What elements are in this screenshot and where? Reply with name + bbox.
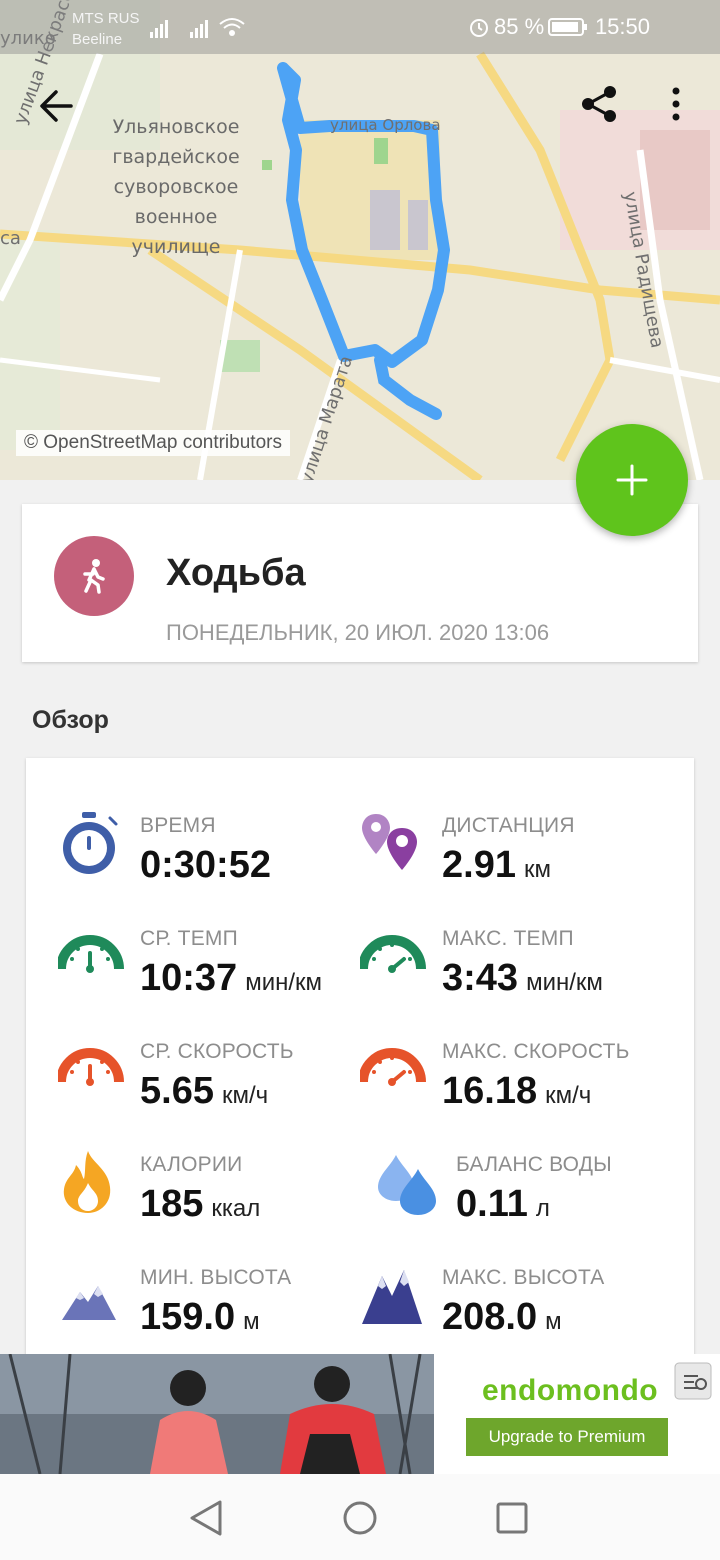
arrow-left-icon[interactable]	[38, 88, 74, 124]
flame-icon	[63, 1151, 111, 1213]
activity-avatar	[54, 536, 134, 616]
speed-gauge-icon	[58, 1048, 124, 1086]
add-button[interactable]	[576, 424, 688, 536]
stat-avg-speed: СР. СКОРОСТЬ 5.65 км/ч	[58, 1036, 378, 1146]
carrier-1: MTS RUS	[72, 10, 140, 27]
battery-percent: 85 %	[494, 14, 545, 39]
map-street-orlova: улица Орлова	[330, 116, 441, 134]
water-drops-icon	[378, 1155, 436, 1215]
map-label-left-edge: са	[0, 228, 21, 249]
system-nav-bar	[0, 1474, 720, 1560]
stat-max-speed-label: МАКС. СКОРОСТЬ	[442, 1040, 630, 1063]
stat-max-pace: МАКС. ТЕМП 3:43 мин/км	[360, 923, 680, 1033]
nav-home-icon[interactable]	[342, 1498, 378, 1538]
clock: 15:50	[594, 14, 650, 39]
stat-calories: КАЛОРИИ 185 ккал	[58, 1149, 378, 1259]
stat-max-pace-label: МАКС. ТЕМП	[442, 927, 574, 950]
activity-title: Ходьба	[166, 552, 306, 594]
runners-photo	[0, 1354, 434, 1474]
stat-min-altitude-value: 159.0 м	[140, 1296, 260, 1338]
stat-min-altitude-label: МИН. ВЫСОТА	[140, 1266, 292, 1289]
location-pins-icon	[362, 814, 417, 870]
stopwatch-icon	[63, 812, 118, 874]
status-bar: MTS RUS Beeline 85 % 15:50	[0, 0, 720, 54]
stat-avg-pace-value: 10:37 мин/км	[140, 957, 323, 999]
stat-avg-pace-label: СР. ТЕМП	[140, 927, 238, 950]
signal-wifi-icon	[150, 18, 245, 38]
stat-distance-value: 2.91 км	[442, 844, 551, 886]
stat-max-speed-value: 16.18 км/ч	[442, 1070, 592, 1112]
overview-title: Обзор	[32, 706, 109, 734]
high-mountain-icon	[362, 1270, 422, 1324]
upgrade-premium-button[interactable]: Upgrade to Premium	[466, 1418, 668, 1456]
max-speed-gauge-icon	[360, 1048, 426, 1086]
nav-back-icon[interactable]	[188, 1498, 224, 1538]
more-vert-icon[interactable]	[668, 86, 684, 122]
stat-time: ВРЕМЯ 0:30:52	[58, 810, 378, 920]
map-label-school: Ульяновское гвардейское суворовское воен…	[112, 116, 240, 258]
premium-panel: endomondo Upgrade to Premium	[434, 1354, 720, 1474]
alarm-icon	[470, 19, 488, 37]
map-attribution[interactable]: © OpenStreetMap contributors	[16, 430, 290, 456]
share-icon[interactable]	[580, 84, 620, 124]
stats-card: ВРЕМЯ 0:30:52 ДИСТАНЦИЯ 2.91 км СР. ТЕМП …	[26, 758, 694, 1378]
max-pace-gauge-icon	[360, 935, 426, 973]
ad-badge-icon[interactable]	[674, 1362, 712, 1400]
stat-avg-speed-value: 5.65 км/ч	[140, 1070, 269, 1112]
stat-distance: ДИСТАНЦИЯ 2.91 км	[360, 810, 680, 920]
nav-recents-icon[interactable]	[494, 1498, 530, 1538]
walking-icon	[83, 559, 105, 594]
stat-avg-speed-label: СР. СКОРОСТЬ	[140, 1040, 294, 1063]
stat-max-altitude-value: 208.0 м	[442, 1296, 562, 1338]
stat-water: БАЛАНС ВОДЫ 0.11 л	[376, 1149, 696, 1259]
stat-calories-value: 185 ккал	[140, 1183, 261, 1225]
stat-max-speed: МАКС. СКОРОСТЬ 16.18 км/ч	[360, 1036, 680, 1146]
stat-avg-pace: СР. ТЕМП 10:37 мин/км	[58, 923, 378, 1033]
battery-icon	[548, 18, 587, 36]
carrier-2: Beeline	[72, 31, 123, 48]
mountain-icon	[62, 1286, 116, 1320]
stat-calories-label: КАЛОРИИ	[140, 1153, 243, 1176]
stat-time-label: ВРЕМЯ	[140, 814, 216, 837]
stat-time-value: 0:30:52	[140, 844, 271, 886]
stat-max-altitude-label: МАКС. ВЫСОТА	[442, 1266, 605, 1289]
stat-water-value: 0.11 л	[456, 1183, 550, 1225]
stat-distance-label: ДИСТАНЦИЯ	[442, 814, 575, 837]
stat-water-label: БАЛАНС ВОДЫ	[456, 1153, 612, 1176]
pace-gauge-icon	[58, 935, 124, 973]
activity-header-card: Ходьба ПОНЕДЕЛЬНИК, 20 ИЮЛ. 2020 13:06	[22, 504, 698, 662]
endomondo-logo: endomondo	[482, 1374, 659, 1407]
premium-banner[interactable]: endomondo Upgrade to Premium	[0, 1354, 720, 1474]
route-map[interactable]: Ульяновское гвардейское суворовское воен…	[0, 0, 720, 480]
stat-max-pace-value: 3:43 мин/км	[442, 957, 603, 999]
plus-icon	[616, 464, 648, 496]
activity-date: ПОНЕДЕЛЬНИК, 20 ИЮЛ. 2020 13:06	[166, 620, 550, 645]
